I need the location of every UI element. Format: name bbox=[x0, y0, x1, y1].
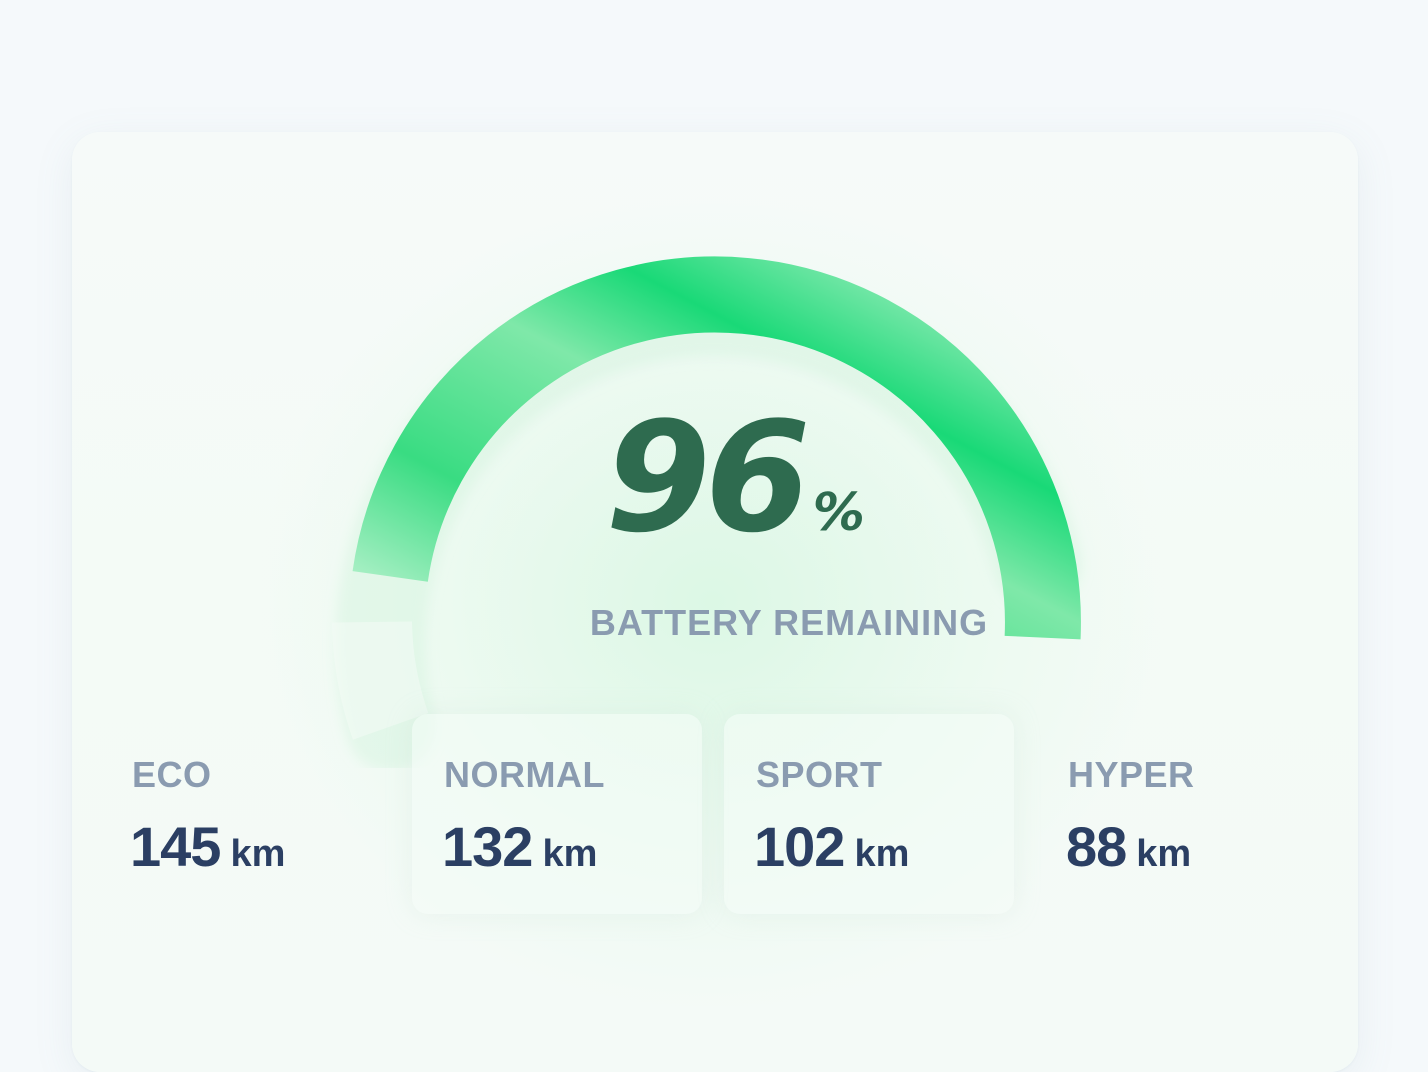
mode-range: 132 km bbox=[442, 814, 597, 879]
mode-eco: ECO 145 km bbox=[100, 714, 390, 914]
mode-label: HYPER bbox=[1068, 754, 1195, 795]
battery-percent-unit: % bbox=[812, 483, 865, 543]
mode-range-unit: km bbox=[230, 833, 286, 875]
ride-mode-ranges: ECO 145 km NORMAL 132 km SPORT 102 km HYPER… bbox=[100, 714, 1330, 914]
mode-range: 88 km bbox=[1066, 814, 1191, 879]
mode-label: ECO bbox=[132, 754, 212, 795]
battery-percent-value: 96 bbox=[605, 389, 811, 566]
mode-hyper: HYPER 88 km bbox=[1036, 714, 1326, 914]
mode-label: NORMAL bbox=[444, 754, 605, 795]
mode-label: SPORT bbox=[756, 754, 883, 795]
mode-normal: NORMAL 132 km bbox=[412, 714, 702, 914]
battery-remaining-label: BATTERY REMAINING bbox=[589, 602, 989, 643]
mode-range-unit: km bbox=[542, 833, 598, 875]
mode-range: 145 km bbox=[130, 814, 285, 879]
mode-range-value: 102 bbox=[754, 815, 845, 878]
battery-card: 96% BATTERY REMAINING ECO 145 km NORMAL 1… bbox=[72, 132, 1358, 1072]
mode-range-unit: km bbox=[854, 833, 910, 875]
mode-range: 102 km bbox=[754, 814, 909, 879]
mode-range-value: 132 bbox=[442, 815, 533, 878]
mode-range-value: 88 bbox=[1066, 815, 1127, 878]
mode-range-value: 145 bbox=[130, 815, 221, 878]
battery-value-group: 96% bbox=[72, 402, 1358, 554]
mode-sport: SPORT 102 km bbox=[724, 714, 1014, 914]
mode-range-unit: km bbox=[1136, 833, 1192, 875]
